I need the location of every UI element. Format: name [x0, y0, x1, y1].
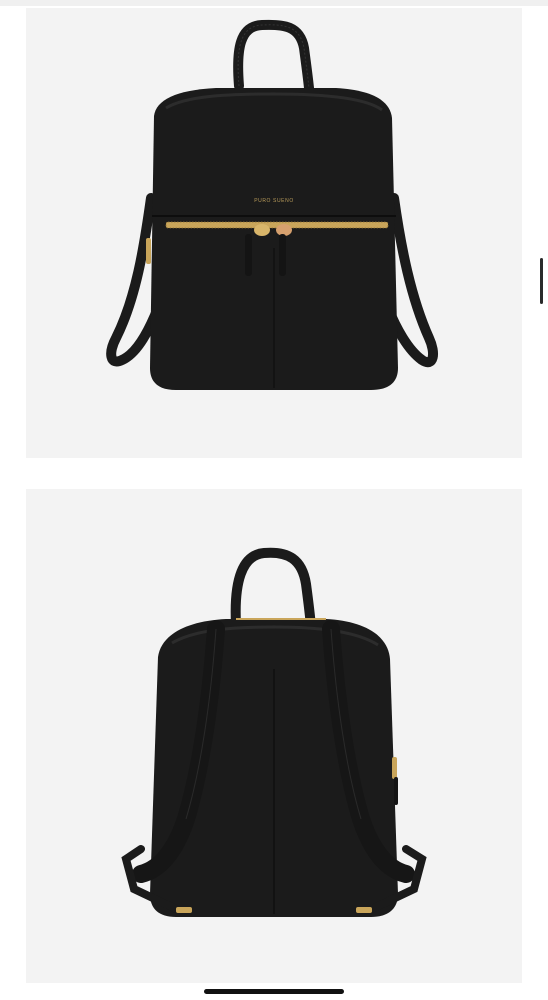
product-image-back[interactable] — [26, 489, 522, 983]
top-edge — [0, 0, 548, 6]
home-indicator[interactable] — [204, 989, 344, 994]
scrollbar-thumb[interactable] — [540, 258, 543, 304]
backpack-back-illustration — [121, 547, 427, 917]
product-image-front[interactable]: PURO SUENO — [26, 8, 522, 458]
brand-mark: PURO SUENO — [254, 198, 294, 204]
backpack-front-illustration: PURO SUENO — [106, 19, 439, 390]
